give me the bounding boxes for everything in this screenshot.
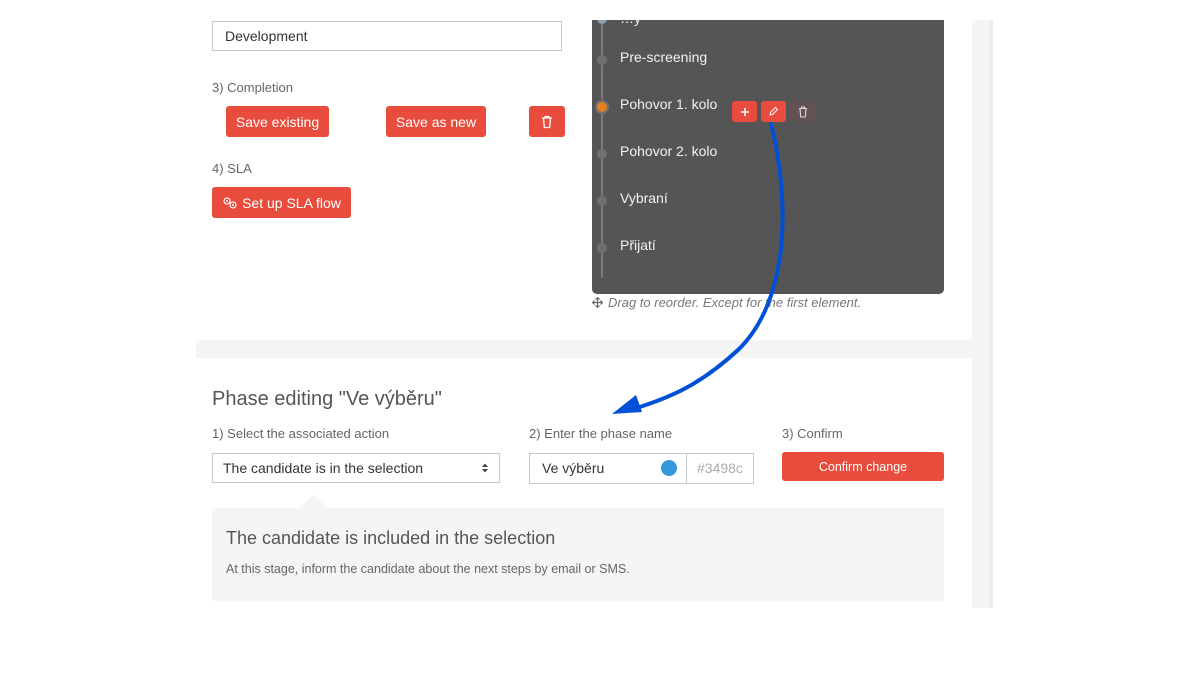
phase-name: Přijatí [620,237,656,253]
completion-label: 3) Completion [212,80,293,95]
info-pointer [300,494,328,508]
plus-icon [740,107,749,116]
action-select[interactable]: The candidate is in the selection [212,453,500,483]
add-phase-button[interactable] [732,101,757,122]
phase-dot [597,55,607,65]
phase-name: Vybraní [620,190,668,206]
save-as-new-button[interactable]: Save as new [386,106,486,137]
phase-name-label: 2) Enter the phase name [529,426,673,441]
phase-dot [597,243,607,253]
phase-item-pohovor-2[interactable]: Pohovor 2. kolo [592,139,944,169]
action-label: 1) Select the associated action [212,426,390,441]
workflow-name-input[interactable]: Development [212,21,562,51]
phase-item-vybrani[interactable]: Vybraní [592,186,944,216]
phase-item-pohovor-1[interactable]: Pohovor 1. kolo [592,92,944,122]
select-arrows-icon [482,463,488,473]
trash-icon [542,115,552,128]
confirm-change-button[interactable]: Confirm change [782,452,944,481]
drag-hint: Drag to reorder. Except for the first el… [592,295,861,310]
pencil-icon [769,106,779,116]
phase-dot-active [597,102,607,112]
color-hex-input[interactable]: #3498c [686,453,754,484]
move-icon [592,297,603,308]
edit-phase-button[interactable] [761,101,786,122]
trash-icon [798,105,807,118]
scrollbar-track[interactable] [972,20,992,608]
phase-item-pre-screening[interactable]: Pre-screening [592,45,944,75]
action-select-value: The candidate is in the selection [223,460,424,476]
phase-item-partial: …y [620,20,641,26]
scrollbar-edge [990,20,993,608]
sla-label: 4) SLA [212,161,252,176]
phase-dot [597,149,607,159]
phase-name: Pohovor 1. kolo [620,96,718,112]
confirm-label: 3) Confirm [782,426,843,441]
sla-flow-button[interactable]: Set up SLA flow [212,187,351,218]
section-separator [196,340,972,358]
drag-hint-text: Drag to reorder. Except for the first el… [608,295,862,310]
color-swatch[interactable] [661,460,677,476]
phase-name-input[interactable]: Ve výběru [529,453,687,484]
delete-workflow-button[interactable] [529,106,565,137]
phase-dot [597,20,607,24]
phase-editing-title: Phase editing "Ve výběru" [212,388,442,410]
delete-phase-button[interactable] [790,101,815,122]
sla-flow-button-label: Set up SLA flow [242,194,341,211]
phase-dot [597,196,607,206]
save-existing-button[interactable]: Save existing [226,106,329,137]
phase-name-value: Ve výběru [542,460,605,476]
info-title: The candidate is included in the selecti… [226,528,556,548]
gears-icon [223,196,237,209]
phase-name: Pre-screening [620,49,708,65]
info-description: At this stage, inform the candidate abou… [226,562,630,576]
phases-panel: …y Pre-screening Pohovor 1. kolo Pohovor… [592,20,944,294]
phase-item-prijati[interactable]: Přijatí [592,233,944,263]
action-info-box: The candidate is included in the selecti… [212,494,944,601]
phase-name: Pohovor 2. kolo [620,143,718,159]
